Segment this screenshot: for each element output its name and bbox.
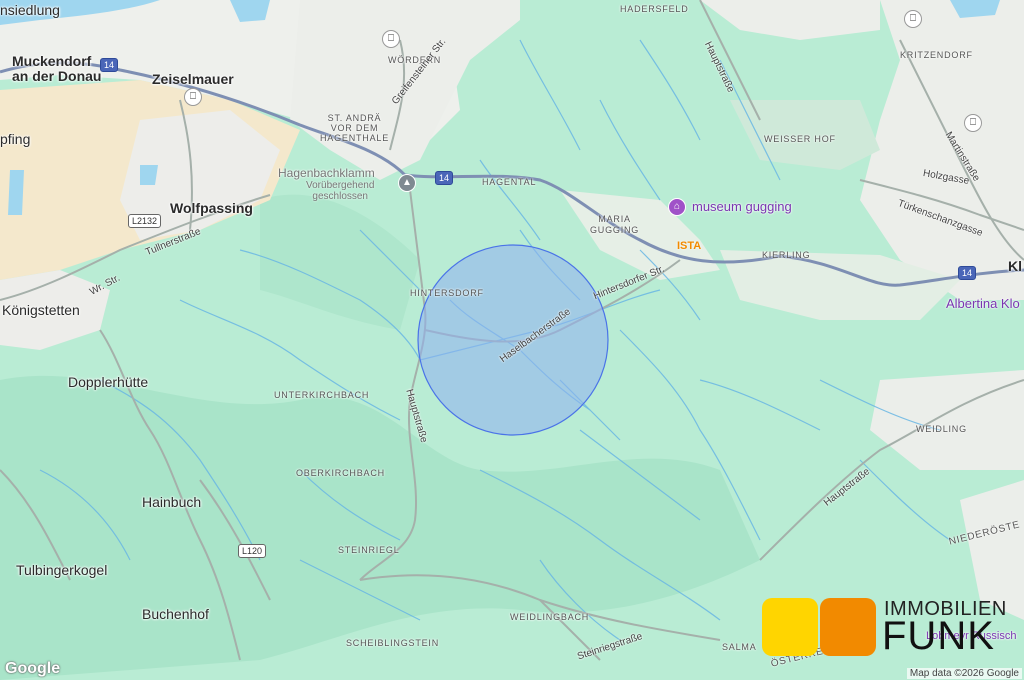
town-label[interactable]: Königstetten <box>2 302 80 318</box>
highway-shield: 14 <box>958 266 977 280</box>
place-label: WEIDLING <box>916 424 967 434</box>
train-station-icon[interactable]: ⎕ <box>382 30 400 48</box>
search-radius-circle[interactable] <box>417 244 609 436</box>
town-label[interactable]: Hainbuch <box>142 494 201 510</box>
town-label[interactable]: nsiedlung <box>0 2 60 18</box>
place-label: KIERLING <box>762 250 811 260</box>
train-station-icon[interactable]: ⎕ <box>184 88 202 106</box>
town-label[interactable]: Zeiselmauer <box>152 71 234 87</box>
museum-icon[interactable]: ⌂ <box>668 198 686 216</box>
train-station-icon[interactable]: ⎕ <box>904 10 922 28</box>
poi-status: Vorübergehend geschlossen <box>306 180 375 202</box>
logo-yellow-square <box>762 598 818 656</box>
road-shield: L120 <box>238 544 267 558</box>
immobilien-funk-logo: IMMOBILIEN FUNK <box>762 598 1022 658</box>
town-label[interactable]: Wolfpassing <box>170 200 253 216</box>
place-label: OBERKIRCHBACH <box>296 468 385 478</box>
google-logo[interactable]: Google <box>5 660 60 678</box>
place-label: HADERSFELD <box>620 4 689 14</box>
train-station-icon[interactable]: ⎕ <box>964 114 982 132</box>
place-label: SALMA <box>722 642 757 652</box>
town-label[interactable]: Muckendorf an der Donau <box>12 54 101 84</box>
place-label: WEIDLINGBACH <box>510 612 590 622</box>
place-label: SCHEIBLINGSTEIN <box>346 638 440 648</box>
town-label[interactable]: Kl <box>1008 258 1022 274</box>
town-label[interactable]: pfing <box>0 131 30 147</box>
poi-label[interactable]: Hagenbachklamm <box>278 166 375 180</box>
highway-shield: 14 <box>100 58 119 72</box>
water-body <box>140 165 158 185</box>
water-body <box>8 170 24 215</box>
map-attribution[interactable]: Map data ©2026 Google <box>906 668 1022 679</box>
road-shield: L2132 <box>128 214 162 228</box>
place-label: UNTERKIRCHBACH <box>274 390 370 400</box>
town-label[interactable]: Tulbingerkogel <box>16 562 107 578</box>
poi-label[interactable]: Albertina Klo <box>946 296 1020 311</box>
place-label: ST. ANDRÄ VOR DEM HAGENTHALE <box>320 113 390 143</box>
place-label: STEINRIEGL <box>338 545 400 555</box>
poi-label[interactable]: ISTA <box>677 240 701 252</box>
place-label: HAGENTAL <box>482 177 537 187</box>
map-canvas[interactable] <box>0 0 1024 680</box>
town-label[interactable]: Buchenhof <box>142 606 209 622</box>
town-label[interactable]: Dopplerhütte <box>68 374 148 390</box>
place-label: HINTERSDORF <box>410 288 484 298</box>
highway-shield: 14 <box>435 171 454 185</box>
poi-label[interactable]: museum gugging <box>692 199 792 214</box>
place-label: MARIA GUGGING <box>590 214 640 235</box>
place-label: WEISSER HOF <box>764 134 836 144</box>
place-label: KRITZENDORF <box>900 50 973 60</box>
hiking-poi-icon[interactable]: ▲ <box>398 174 416 192</box>
logo-text-line2: FUNK <box>882 614 995 658</box>
logo-orange-square <box>820 598 876 656</box>
